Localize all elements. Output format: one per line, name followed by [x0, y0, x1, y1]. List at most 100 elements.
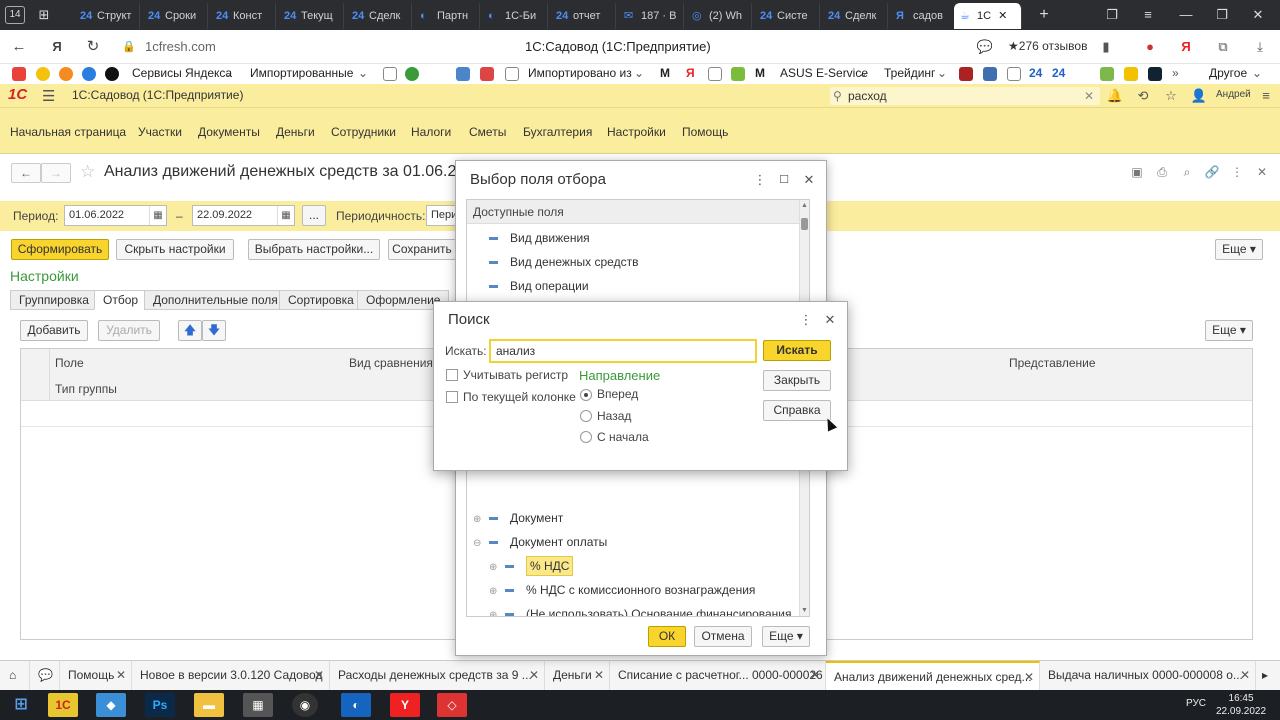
favorite-star-icon[interactable]: ☆ — [80, 162, 95, 182]
expand-icon[interactable]: ⊕ — [489, 556, 499, 580]
window-tab[interactable]: Помощь ✕ — [60, 661, 132, 690]
leaf-icon[interactable] — [731, 67, 745, 81]
keyboard-language[interactable]: РУС — [1186, 698, 1206, 709]
yandex-icon[interactable]: Я — [46, 36, 68, 58]
sheet-icon[interactable] — [1100, 67, 1114, 81]
scroll-thumb[interactable] — [801, 218, 808, 230]
cancel-button[interactable]: Отмена — [694, 626, 752, 647]
mail2-icon[interactable] — [480, 67, 494, 81]
page-icon[interactable] — [383, 67, 397, 81]
section-item[interactable]: Сотрудники — [331, 125, 396, 139]
section-item[interactable]: Участки — [138, 125, 182, 139]
column-field[interactable]: Поле — [55, 356, 84, 370]
extension-icon[interactable]: ● — [1140, 37, 1160, 57]
menu-icon[interactable]: ≡ — [1130, 0, 1166, 30]
reviews-link[interactable]: ★276 отзывов — [1008, 39, 1087, 53]
bookmark-asus[interactable]: ASUS E-Service — [780, 66, 868, 80]
direction-start-radio[interactable] — [580, 431, 592, 443]
more-vert-icon[interactable]: ⋮ — [1228, 165, 1246, 183]
more-button[interactable]: Еще ▾ — [1215, 239, 1263, 260]
clock[interactable]: 16:45 22.09.2022 — [1216, 692, 1266, 718]
window-tab[interactable]: Деньги ✕ — [545, 661, 610, 690]
bookmark-imported[interactable]: Импортированные — [250, 66, 353, 80]
back-icon[interactable]: ← — [8, 36, 30, 58]
more-vert-icon[interactable]: ⋮ — [752, 172, 768, 188]
plus-icon[interactable] — [105, 67, 119, 81]
close-icon[interactable]: ✕ — [822, 312, 838, 328]
date-from-input[interactable]: 01.06.2022 ▦ — [64, 205, 167, 226]
window-tab[interactable]: Анализ движений денежных сред... ✕ — [826, 661, 1040, 690]
expand-icon[interactable]: ⊕ — [489, 580, 499, 604]
close-icon[interactable]: ✕ — [810, 661, 820, 690]
section-item[interactable]: Документы — [198, 125, 260, 139]
close-icon[interactable]: ✕ — [801, 172, 817, 188]
dialog-more-button[interactable]: Еще ▾ — [762, 626, 810, 647]
new-tab-icon[interactable]: + — [1033, 4, 1055, 26]
new-window-icon[interactable]: ⊞ — [33, 4, 55, 26]
list-item[interactable]: ⊕ % НДС — [489, 554, 574, 580]
user-name[interactable]: Андрей — [1216, 89, 1251, 100]
calendar-icon[interactable]: ▦ — [149, 206, 166, 225]
browser-tab[interactable]: 24 Сделк — [822, 3, 888, 29]
hat-icon[interactable] — [983, 67, 997, 81]
minimize-icon[interactable]: — — [1168, 0, 1204, 30]
green-icon[interactable] — [405, 67, 419, 81]
play-icon[interactable] — [36, 67, 50, 81]
close-icon[interactable]: ✕ — [314, 661, 324, 690]
browser-tab[interactable]: 24 Структ — [74, 3, 140, 29]
more-vert-icon[interactable]: ⋮ — [798, 312, 814, 328]
tab-counter[interactable]: 14 — [5, 6, 25, 24]
chevron-down-icon[interactable]: ⌄ — [858, 66, 868, 80]
b24-icon[interactable]: 24 — [1029, 66, 1042, 80]
page4-icon[interactable] — [1007, 67, 1021, 81]
main-menu-icon[interactable]: ☰ — [42, 87, 55, 105]
close-icon[interactable]: ✕ — [1240, 661, 1250, 690]
onec-app-icon[interactable]: 1С — [48, 693, 78, 717]
find-input[interactable]: анализ — [489, 339, 757, 363]
bookmark-services[interactable]: Сервисы Яндекса — [132, 66, 232, 80]
chrome-icon[interactable]: ◐ — [341, 693, 371, 717]
settings-tab[interactable]: Группировка — [10, 290, 98, 310]
page2-icon[interactable] — [505, 67, 519, 81]
preview-icon[interactable]: ⌕ — [1178, 165, 1196, 183]
chevron-down-icon[interactable]: ⌄ — [1252, 66, 1262, 80]
section-item[interactable]: Начальная страница — [10, 125, 126, 139]
generate-button[interactable]: Сформировать — [11, 239, 109, 260]
bookmark-icon[interactable]: ▮ — [1096, 37, 1116, 57]
disk-icon[interactable] — [59, 67, 73, 81]
expand-icon[interactable]: ⊕ — [473, 508, 483, 532]
window-tab[interactable]: Новое в версии 3.0.120 Садовод ✕ — [132, 661, 330, 690]
extensions-icon[interactable]: ⧉ — [1213, 37, 1233, 57]
browser-tab[interactable]: 24 Систе — [754, 3, 820, 29]
star2-icon[interactable] — [1124, 67, 1138, 81]
close-icon[interactable]: ✕ — [1024, 663, 1034, 690]
tabs-list-icon[interactable]: ❐ — [1094, 0, 1130, 30]
global-search-input[interactable]: ⚲ расход ✕ — [830, 87, 1100, 105]
bell-icon[interactable]: 🔔 — [1106, 87, 1124, 105]
choose-settings-button[interactable]: Выбрать настройки... — [248, 239, 380, 260]
metro2-icon[interactable]: M — [755, 66, 765, 80]
back-arrow-icon[interactable]: ← — [11, 163, 41, 183]
clear-search-icon[interactable]: ✕ — [1084, 87, 1094, 105]
column-comparison[interactable]: Вид сравнения — [349, 356, 433, 370]
obs-icon[interactable]: ◉ — [292, 693, 318, 717]
expand-icon[interactable]: ⊕ — [489, 604, 499, 616]
calendar-icon[interactable]: ▦ — [277, 206, 294, 225]
delete-button[interactable]: Удалить — [98, 320, 160, 341]
help-button[interactable]: Справка — [763, 400, 831, 421]
list-item[interactable]: Вид денежных средств — [489, 250, 638, 274]
current-column-checkbox[interactable] — [446, 391, 458, 403]
browser-tab[interactable]: 24 Сделк — [346, 3, 412, 29]
find-button[interactable]: Искать — [763, 340, 831, 361]
url-text[interactable]: 1cfresh.com — [145, 39, 216, 54]
browser-tab[interactable]: ◎ (2) Wh — [686, 3, 752, 29]
more-button-2[interactable]: Еще ▾ — [1205, 320, 1253, 341]
collapse-icon[interactable]: ⊖ — [473, 532, 483, 556]
section-item[interactable]: Помощь — [682, 125, 728, 139]
close-window-icon[interactable]: ✕ — [1240, 0, 1276, 30]
section-item[interactable]: Настройки — [607, 125, 666, 139]
forward-arrow-icon[interactable]: → — [41, 163, 71, 183]
home-icon[interactable]: ⌂ — [0, 661, 30, 690]
browser-tab[interactable]: ✉ 187 · В — [618, 3, 684, 29]
list-item[interactable]: Вид операции — [489, 274, 589, 298]
